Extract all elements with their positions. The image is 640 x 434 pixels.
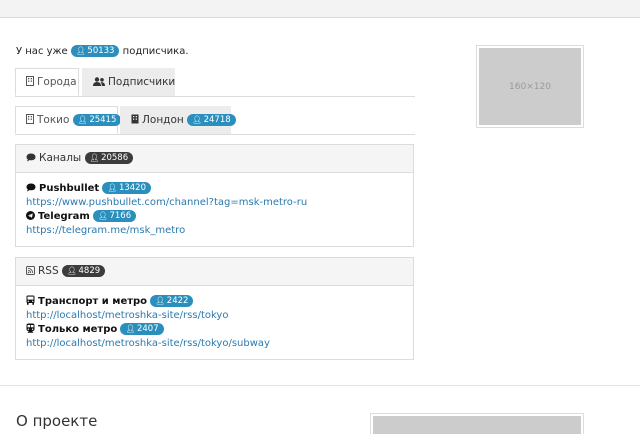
channel-item-pushbullet: Pushbullet 👤︎ 13420 — [26, 182, 403, 196]
rss-item-count: 2422 — [166, 296, 189, 306]
tab-city-tokyo[interactable]: Токио 👤︎ 25415 — [15, 106, 122, 134]
rss-item-count-badge: 👤︎ 2422 — [150, 295, 194, 307]
tab-subscribers-label: Подписчики — [108, 76, 176, 88]
channel-count: 13420 — [118, 183, 146, 193]
user-icon: 👤︎ — [155, 296, 165, 305]
section-divider — [0, 385, 640, 386]
rss-link-transport[interactable]: http://localhost/metroshka-site/rss/toky… — [26, 309, 403, 323]
subscribers-summary: У нас уже 👤︎ 50133 подписчика. — [16, 45, 189, 57]
city-tabs: Токио 👤︎ 25415 Лондон 👤︎ 24718 — [15, 106, 415, 135]
users-icon — [93, 77, 105, 86]
user-icon: 👤︎ — [125, 324, 135, 333]
tab-city-london[interactable]: Лондон 👤︎ 24718 — [120, 106, 236, 134]
tab-city-london-label: Лондон — [142, 114, 184, 126]
channel-name: Pushbullet — [39, 183, 100, 194]
rss-count-badge: 👤︎ 4829 — [61, 265, 106, 277]
channels-count: 20586 — [101, 153, 129, 163]
channel-link-telegram[interactable]: https://telegram.me/msk_metro — [26, 224, 403, 238]
subscribers-count-badge: 👤︎ 50133 — [70, 45, 120, 57]
user-icon: 👤︎ — [77, 115, 88, 124]
rss-item-subway: Только метро 👤︎ 2407 — [26, 323, 403, 337]
telegram-icon — [26, 211, 35, 220]
rss-panel-body: Транспорт и метро 👤︎ 2422 http://localhos… — [16, 286, 413, 360]
channels-panel: Каналы 👤︎ 20586 Pushbullet 👤︎ 13420 https:… — [15, 144, 414, 247]
bus-icon — [26, 295, 35, 305]
rss-panel-header: RSS 👤︎ 4829 — [16, 258, 413, 286]
rss-count: 4829 — [78, 266, 101, 276]
channels-title: Каналы — [39, 152, 82, 164]
rss-title: RSS — [38, 265, 59, 277]
user-icon: 👤︎ — [75, 46, 86, 55]
subscribers-prefix: У нас уже — [16, 46, 68, 57]
comment-icon — [26, 153, 36, 162]
top-navbar — [0, 0, 640, 18]
ad-placeholder[interactable]: 160×120 — [476, 45, 584, 128]
rss-link-subway[interactable]: http://localhost/metroshka-site/rss/toky… — [26, 337, 403, 351]
tokyo-count: 25415 — [89, 115, 117, 125]
building-icon — [131, 114, 139, 124]
channels-count-badge: 👤︎ 20586 — [84, 152, 134, 164]
user-icon: 👤︎ — [97, 211, 108, 220]
building-icon — [26, 114, 34, 124]
channels-panel-header: Каналы 👤︎ 20586 — [16, 145, 413, 173]
user-icon: 👤︎ — [89, 153, 100, 162]
rss-panel: RSS 👤︎ 4829 Транспорт и метро 👤︎ 2422 http… — [15, 257, 414, 360]
channel-count-badge: 👤︎ 7166 — [92, 210, 137, 222]
user-icon: 👤︎ — [192, 115, 202, 124]
rss-item-count-badge: 👤︎ 2407 — [120, 323, 164, 335]
user-icon: 👤︎ — [66, 266, 77, 275]
channel-count-badge: 👤︎ 13420 — [102, 182, 151, 194]
rss-item-name: Транспорт и метро — [38, 296, 148, 307]
tab-cities[interactable]: Города — [15, 68, 79, 96]
tab-cities-label: Города — [37, 76, 77, 88]
about-image — [373, 416, 581, 434]
rss-item-transport: Транспорт и метро 👤︎ 2422 — [26, 295, 403, 309]
london-count-badge: 👤︎ 24718 — [187, 114, 236, 126]
tokyo-count-badge: 👤︎ 25415 — [72, 114, 122, 126]
comment-icon — [26, 183, 36, 192]
main-tabs: Города Подписчики — [15, 68, 415, 97]
rss-icon — [26, 266, 35, 275]
ad-placeholder-label: 160×120 — [479, 48, 581, 125]
channel-count: 7166 — [109, 211, 132, 221]
about-heading: О проекте — [16, 412, 98, 430]
tab-city-tokyo-label: Токио — [37, 114, 70, 126]
channel-item-telegram: Telegram 👤︎ 7166 — [26, 210, 403, 224]
train-icon — [26, 323, 35, 333]
rss-item-name: Только метро — [38, 324, 118, 335]
channels-panel-body: Pushbullet 👤︎ 13420 https://www.pushbulle… — [16, 173, 413, 247]
london-count: 24718 — [203, 115, 231, 125]
channel-link-pushbullet[interactable]: https://www.pushbullet.com/channel?tag=m… — [26, 196, 403, 210]
subscribers-count: 50133 — [87, 46, 115, 56]
subscribers-suffix: подписчика. — [122, 46, 189, 57]
rss-item-count: 2407 — [136, 324, 159, 334]
channel-name: Telegram — [38, 211, 90, 222]
tab-subscribers[interactable]: Подписчики — [82, 68, 175, 96]
user-icon: 👤︎ — [107, 183, 117, 192]
about-image-placeholder — [370, 413, 584, 434]
building-icon — [26, 76, 34, 86]
